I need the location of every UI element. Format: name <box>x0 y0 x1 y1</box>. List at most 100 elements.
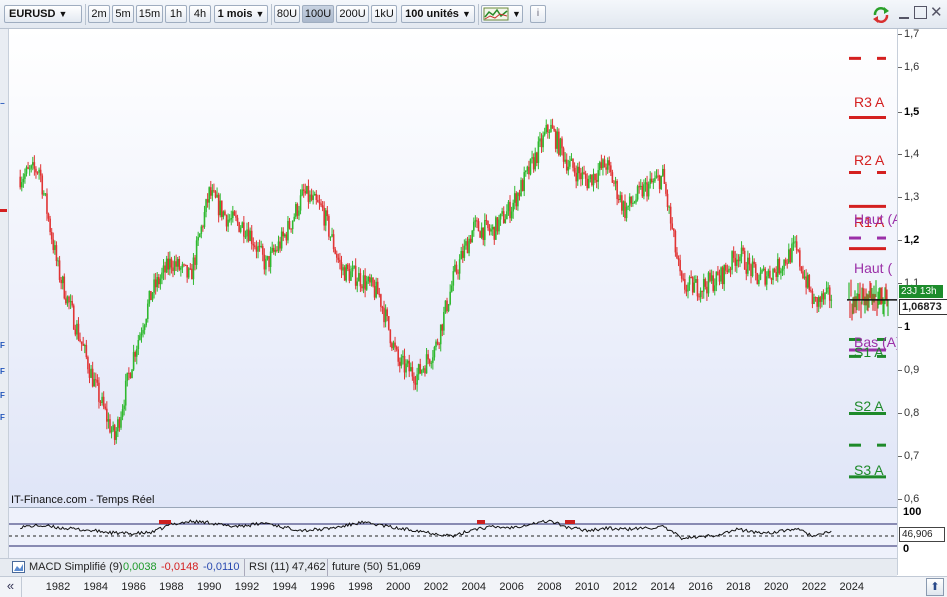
candle-body <box>106 408 108 422</box>
candle-body <box>652 181 655 183</box>
candle-body <box>496 217 499 232</box>
rsi-panel[interactable] <box>9 507 897 558</box>
year-label: 2004 <box>461 581 487 593</box>
separator <box>85 4 86 25</box>
candle-body <box>734 257 737 266</box>
candle-body <box>641 185 644 197</box>
candle-body <box>441 324 444 331</box>
candle-body <box>269 251 272 268</box>
info-button[interactable]: i <box>530 5 546 23</box>
time-axis[interactable]: « 1982 1984 1986 1988 1990 1992 1994 1996 1998 20… <box>0 576 947 597</box>
candle-body <box>603 159 606 168</box>
candle-body <box>356 281 359 286</box>
candle-body <box>558 131 560 155</box>
candle-body <box>124 380 127 406</box>
candle-body <box>309 194 311 202</box>
symbol-label: EURUSD <box>9 8 56 20</box>
candle-body <box>813 297 815 304</box>
candle-body <box>120 416 122 428</box>
period-selector[interactable]: 1 mois ▼ <box>214 5 268 23</box>
candle-body <box>47 213 50 219</box>
candle-body <box>539 138 541 142</box>
candle-body <box>361 286 363 289</box>
candle-body <box>63 276 66 299</box>
units-200u-button[interactable]: 200U <box>336 5 369 23</box>
candle-body <box>416 374 418 385</box>
timeframe-2m-button[interactable]: 2m <box>88 5 110 23</box>
candle-body <box>208 187 210 203</box>
candle-body <box>715 271 718 286</box>
candle-body <box>80 341 83 344</box>
pivot-label: S2 A <box>854 398 884 414</box>
candle-body <box>198 233 201 238</box>
candle-body <box>334 249 336 254</box>
scroll-left-icon[interactable]: « <box>0 577 22 597</box>
candle-body <box>102 396 105 407</box>
chevron-down-icon: ▼ <box>255 9 265 19</box>
close-icon[interactable]: ✕ <box>930 3 943 21</box>
candle-body <box>647 183 650 197</box>
candle-body <box>521 180 524 192</box>
units-1ku-button[interactable]: 1kU <box>371 5 397 23</box>
year-label: 1998 <box>348 581 373 593</box>
candle-body <box>783 259 785 269</box>
candle-body <box>761 270 763 273</box>
candle-body <box>682 278 685 280</box>
candle-body <box>513 193 516 203</box>
price-scale[interactable]: 1,7 1,6 1,5 1,4 1,3 1,2 1,1 1 0,9 0,8 0,… <box>897 28 947 575</box>
main-chart[interactable]: R3 AR2 AR1 AHaut (A)Haut (Bas (A)S1 AS2 … <box>9 29 897 507</box>
strip-mark: F <box>0 413 5 422</box>
minimize-icon[interactable] <box>897 5 911 23</box>
candle-body <box>619 195 622 201</box>
candle-body <box>378 294 381 296</box>
timeframe-15m-button[interactable]: 15m <box>136 5 163 23</box>
candle-body <box>581 172 584 180</box>
candle-body <box>145 318 147 326</box>
candle-body <box>569 161 571 167</box>
timeframe-4h-button[interactable]: 4h <box>189 5 211 23</box>
symbol-selector[interactable]: EURUSD ▼ <box>4 5 82 23</box>
macd-label[interactable]: MACD Simplifié (9) <box>29 559 123 576</box>
candle-body <box>274 249 277 252</box>
future-label[interactable]: future (50) <box>332 559 383 576</box>
refresh-icon[interactable] <box>871 5 891 25</box>
price-chart-canvas[interactable]: R3 AR2 AR1 AHaut (A)Haut (Bas (A)S1 AS2 … <box>9 29 897 507</box>
scroll-end-icon[interactable]: ⬆ <box>926 578 944 596</box>
candle-body <box>66 296 69 304</box>
candle-body <box>266 256 269 259</box>
units-count-selector[interactable]: 100 unités ▼ <box>401 5 475 23</box>
candle-body <box>819 297 822 302</box>
candle-body <box>816 297 818 307</box>
pivot-label: S3 A <box>854 462 884 478</box>
candle-body <box>718 275 721 282</box>
units-100u-button[interactable]: 100U <box>302 5 334 23</box>
candle-body <box>706 286 708 294</box>
candle-body <box>597 170 600 182</box>
candle-body <box>129 373 132 379</box>
candle-body <box>161 272 163 279</box>
timeframe-5m-button[interactable]: 5m <box>112 5 134 23</box>
candle-body <box>203 212 206 228</box>
candle-body <box>520 180 522 196</box>
candle-body <box>246 229 248 237</box>
candle-body <box>702 279 705 292</box>
units-80u-button[interactable]: 80U <box>274 5 300 23</box>
year-label: 2002 <box>423 581 449 593</box>
rsi-chart-canvas[interactable] <box>9 508 897 558</box>
candle-body <box>624 201 626 219</box>
candle-body <box>187 268 190 278</box>
candle-body <box>737 259 740 262</box>
chart-type-selector[interactable]: ▼ <box>481 5 523 23</box>
candle-body <box>402 355 404 358</box>
rsi-label[interactable]: RSI (11) <box>249 559 289 576</box>
rsi-line <box>20 519 832 541</box>
candle-body <box>495 217 497 240</box>
rsi-value: 47,462 <box>292 561 326 573</box>
timeframe-1h-button[interactable]: 1h <box>165 5 187 23</box>
maximize-icon[interactable] <box>914 6 927 19</box>
candle-body <box>214 191 217 198</box>
pivot-label: R2 A <box>854 152 885 168</box>
candle-body <box>126 372 129 381</box>
candle-body <box>347 264 349 270</box>
candle-body <box>567 166 570 171</box>
